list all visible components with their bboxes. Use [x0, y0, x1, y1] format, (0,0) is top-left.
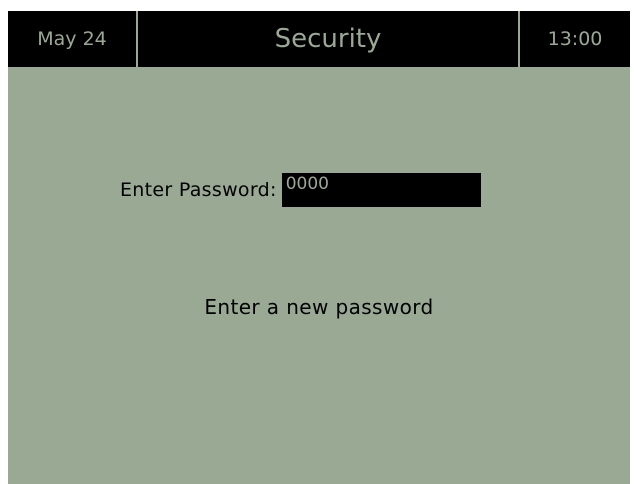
header-bar: May 24 Security 13:00 [8, 11, 630, 67]
password-input[interactable] [281, 173, 481, 207]
time-display: 13:00 [547, 28, 603, 50]
security-screen: May 24 Security 13:00 Enter Password: En… [8, 11, 630, 484]
password-row: Enter Password: [120, 173, 481, 207]
password-label: Enter Password: [120, 179, 277, 201]
instruction-message: Enter a new password [204, 295, 434, 319]
page-title: Security [136, 11, 520, 67]
date-display: May 24 [37, 28, 107, 50]
